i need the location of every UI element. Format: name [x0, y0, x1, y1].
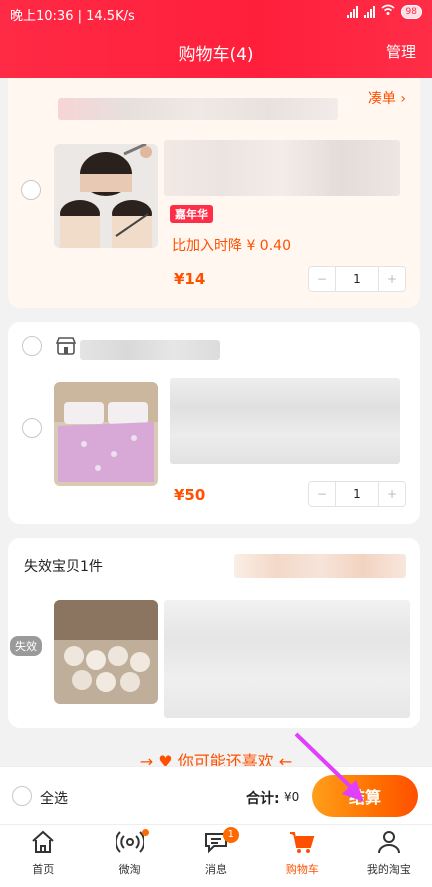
tab-profile[interactable]: 我的淘宝	[346, 825, 432, 887]
invalid-item-title-blurred	[164, 600, 410, 718]
tab-weitao[interactable]: 微淘	[86, 825, 172, 887]
header-bar: 晚上10:36 | 14.5K/s 98 购物车(4) 管理	[0, 0, 432, 78]
tab-bar: 首页 微淘 1 消息 购物车 我的淘宝	[0, 824, 432, 887]
invalid-items-title: 失效宝贝1件	[24, 559, 103, 575]
item1-thumbnail[interactable]	[54, 144, 158, 248]
tab-messages-label: 消息	[205, 863, 228, 876]
item1-qty[interactable]: 1	[335, 267, 379, 291]
broadcast-icon	[115, 831, 144, 853]
profile-icon	[377, 831, 400, 854]
item1-quantity-stepper[interactable]: − 1 +	[308, 266, 406, 292]
pointer-arrow-icon	[294, 732, 364, 802]
select-all-label[interactable]: 全选	[40, 788, 68, 808]
add-on-link[interactable]: 凑单 ›	[368, 88, 406, 108]
add-on-label: 凑单	[367, 91, 396, 107]
invalid-action-blurred[interactable]	[234, 554, 406, 578]
item1-price: ¥14	[174, 270, 206, 288]
signal-icon	[346, 5, 358, 18]
status-time: 晚上10:36 | 14.5K/s	[10, 9, 135, 24]
message-badge: 1	[222, 827, 239, 843]
home-icon	[32, 830, 54, 853]
tab-cart-label: 购物车	[285, 863, 319, 876]
page-title: 购物车(4)	[178, 45, 254, 65]
tab-messages[interactable]: 1 消息	[173, 825, 259, 887]
tab-home-label: 首页	[32, 863, 55, 876]
item2-qty[interactable]: 1	[335, 482, 379, 506]
wifi-icon	[381, 4, 395, 19]
promo-tag: 嘉年华	[170, 205, 213, 223]
tab-weitao-label: 微淘	[118, 863, 141, 876]
plus-icon[interactable]: +	[379, 267, 405, 291]
item1-title-blurred	[164, 140, 400, 196]
invalid-item-thumbnail	[54, 600, 158, 704]
tab-cart[interactable]: 购物车	[259, 825, 345, 887]
shop2-name-blurred	[80, 340, 220, 360]
shop-icon	[55, 336, 77, 360]
select-all-checkbox[interactable]	[12, 786, 32, 806]
notification-dot	[142, 829, 150, 836]
status-icons: 98	[346, 4, 422, 19]
clock: 晚上10:36	[10, 9, 74, 24]
price-drop-note: 比加入时降 ¥ 0.40	[172, 238, 291, 254]
plus-icon[interactable]: +	[379, 482, 405, 506]
minus-icon[interactable]: −	[309, 267, 335, 291]
shop2-checkbox[interactable]	[22, 336, 42, 356]
tab-home[interactable]: 首页	[0, 825, 86, 887]
shop-name-blurred	[58, 98, 338, 120]
tab-profile-label: 我的淘宝	[366, 863, 411, 876]
item2-thumbnail[interactable]	[54, 382, 158, 486]
invalid-badge: 失效	[10, 636, 42, 656]
manage-button[interactable]: 管理	[386, 41, 416, 62]
chevron-right-icon: ›	[400, 91, 406, 107]
item2-title-blurred	[170, 378, 400, 464]
signal2-icon	[363, 5, 375, 18]
item2-quantity-stepper[interactable]: − 1 +	[308, 481, 406, 507]
battery-icon: 98	[400, 4, 422, 19]
network-speed: 14.5K/s	[86, 9, 135, 24]
minus-icon[interactable]: −	[309, 482, 335, 506]
total-label: 合计:	[246, 791, 280, 807]
item2-checkbox[interactable]	[22, 418, 42, 438]
cart-icon	[290, 832, 315, 853]
item2-price: ¥50	[174, 486, 206, 504]
item1-checkbox[interactable]	[21, 180, 41, 200]
